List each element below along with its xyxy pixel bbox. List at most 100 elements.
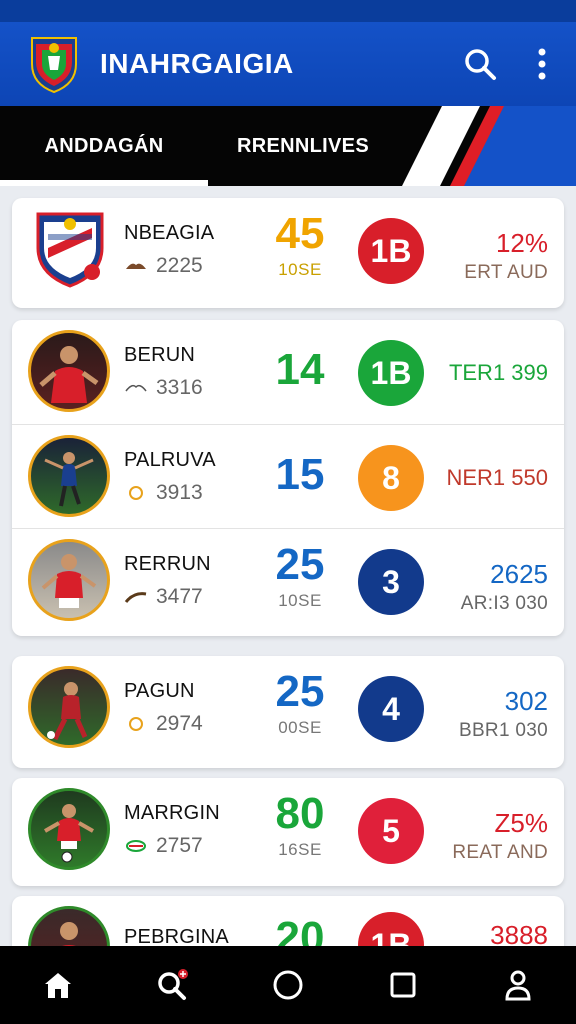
score-label: 10SE bbox=[278, 591, 322, 610]
flag-stripes-decoration bbox=[402, 106, 576, 186]
score-value: 25 bbox=[275, 540, 325, 589]
nav-search-button[interactable] bbox=[143, 955, 203, 1015]
player-avatar bbox=[28, 435, 110, 517]
score-value: 15 bbox=[275, 450, 325, 499]
player-name: RERRUN bbox=[124, 553, 211, 575]
stat-value: 3913 bbox=[156, 481, 203, 504]
nav-square-button[interactable] bbox=[373, 955, 433, 1015]
score-value: 25 bbox=[275, 667, 325, 716]
right-main-value: TER1 399 bbox=[448, 360, 548, 385]
table-row[interactable]: BERUN 3316 14 1B TER1 399 bbox=[12, 320, 564, 424]
score-block: 25 00SE bbox=[240, 668, 360, 738]
right-stat: 12% ERT AUD bbox=[464, 228, 548, 284]
match-card[interactable]: MARRGIN 2757 80 16SE 5 Z5% REAT AND bbox=[12, 778, 564, 886]
right-main-value: 2625 bbox=[490, 559, 548, 589]
table-row[interactable]: RERRUN 3477 25 10SE 3 2625 AR:I3 030 bbox=[12, 528, 564, 632]
tab-rrennlives[interactable]: RRENNLIVES bbox=[208, 106, 398, 186]
right-sub-value: ERT AUD bbox=[464, 262, 548, 283]
player-name: PAGUN bbox=[124, 680, 195, 702]
right-sub-value: BBR1 030 bbox=[458, 720, 548, 741]
player-stat: 3477 bbox=[124, 585, 203, 609]
right-stat: 2625 AR:I3 030 bbox=[461, 559, 548, 615]
rank-badge: 8 bbox=[358, 445, 424, 511]
table-row[interactable]: MARRGIN 2757 80 16SE 5 Z5% REAT AND bbox=[12, 778, 564, 882]
stat-value: 3316 bbox=[156, 376, 203, 399]
circle-icon bbox=[124, 716, 148, 732]
circle-icon bbox=[273, 970, 303, 1000]
rank-badge: 1B bbox=[358, 340, 424, 406]
hand-icon bbox=[124, 589, 148, 605]
score-block: 15 bbox=[240, 437, 360, 513]
search-icon bbox=[158, 969, 188, 1000]
player-stat: 2974 bbox=[124, 712, 203, 736]
badge-value: 8 bbox=[382, 459, 400, 496]
score-value: 80 bbox=[275, 789, 325, 838]
badge-value: 3 bbox=[382, 563, 400, 600]
stat-value: 2757 bbox=[156, 834, 203, 857]
bottom-navigation bbox=[0, 946, 576, 1024]
square-icon bbox=[390, 972, 416, 998]
badge-value: 1B bbox=[370, 232, 412, 269]
rank-badge: 3 bbox=[358, 549, 424, 615]
score-block: 25 10SE bbox=[240, 541, 360, 611]
right-sub-value: REAT AND bbox=[452, 842, 548, 863]
table-row[interactable]: PALRUVA 3913 15 8 NER1 550 bbox=[12, 424, 564, 528]
stat-value: 2974 bbox=[156, 712, 203, 735]
right-main-value: NER1 550 bbox=[446, 465, 548, 490]
table-row[interactable]: NBEAGIA 2225 45 10SE 1B 12% ERT AUD bbox=[12, 198, 564, 302]
right-sub-value: AR:I3 030 bbox=[460, 593, 548, 614]
stat-value: 2225 bbox=[156, 254, 203, 277]
rank-badge: 1B bbox=[358, 218, 424, 284]
badge-value: 4 bbox=[382, 690, 400, 727]
stat-value: 3477 bbox=[156, 585, 203, 608]
score-block: 80 16SE bbox=[240, 790, 360, 860]
player-avatar bbox=[28, 666, 110, 748]
match-card[interactable]: NBEAGIA 2225 45 10SE 1B 12% ERT AUD bbox=[12, 198, 564, 308]
player-avatar bbox=[28, 788, 110, 870]
right-stat: 302 BBR1 030 bbox=[459, 686, 548, 742]
search-icon bbox=[465, 49, 496, 80]
status-bar bbox=[0, 0, 576, 22]
player-stat: 3316 bbox=[124, 376, 203, 400]
search-button[interactable] bbox=[456, 40, 504, 88]
more-options-button[interactable] bbox=[518, 40, 566, 88]
score-block: 14 bbox=[240, 332, 360, 408]
player-name: MARRGIN bbox=[124, 802, 220, 824]
score-label: 10SE bbox=[278, 260, 322, 279]
more-vertical-icon bbox=[538, 48, 546, 80]
circle-icon bbox=[124, 485, 148, 501]
club-crest-logo bbox=[28, 34, 80, 94]
match-card[interactable]: BERUN 3316 14 1B TER1 399 PALRUVA 3913 1… bbox=[12, 320, 564, 636]
player-avatar bbox=[28, 330, 110, 412]
score-value: 14 bbox=[275, 345, 325, 394]
score-block: 45 10SE bbox=[240, 210, 360, 280]
nav-profile-button[interactable] bbox=[488, 955, 548, 1015]
team-crest bbox=[34, 208, 106, 290]
score-label: 16SE bbox=[278, 840, 322, 859]
right-main-value: 12% bbox=[495, 228, 548, 258]
player-stat: 2757 bbox=[124, 834, 203, 858]
team-stat: 2225 bbox=[124, 254, 203, 278]
active-tab-indicator bbox=[0, 180, 208, 186]
ball-icon bbox=[124, 838, 148, 854]
profile-icon bbox=[505, 970, 531, 1001]
rank-badge: 4 bbox=[358, 676, 424, 742]
app-bar: INAHRGAIGIA bbox=[0, 22, 576, 106]
player-name: PALRUVA bbox=[124, 449, 216, 471]
rank-badge: 5 bbox=[358, 798, 424, 864]
tab-anddagan[interactable]: ANDDAGÁN bbox=[0, 106, 208, 186]
nav-circle-button[interactable] bbox=[258, 955, 318, 1015]
player-name: BERUN bbox=[124, 344, 196, 366]
hand-icon bbox=[124, 380, 148, 396]
match-card[interactable]: PAGUN 2974 25 00SE 4 302 BBR1 030 bbox=[12, 656, 564, 768]
badge-value: 5 bbox=[382, 812, 400, 849]
nav-home-button[interactable] bbox=[28, 955, 88, 1015]
right-stat: NER1 550 bbox=[446, 463, 548, 493]
team-name: NBEAGIA bbox=[124, 222, 215, 244]
badge-value: 1B bbox=[370, 354, 412, 391]
home-icon bbox=[44, 973, 71, 998]
player-avatar bbox=[28, 539, 110, 621]
table-row[interactable]: PAGUN 2974 25 00SE 4 302 BBR1 030 bbox=[12, 656, 564, 760]
right-stat: TER1 399 bbox=[449, 358, 548, 388]
score-value: 45 bbox=[275, 209, 325, 258]
